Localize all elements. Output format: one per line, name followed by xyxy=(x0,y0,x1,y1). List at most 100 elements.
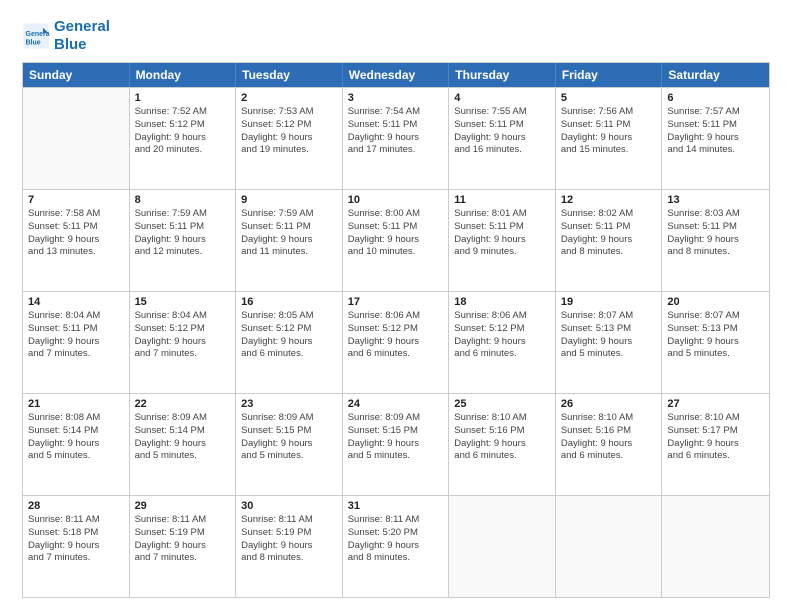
day-number: 23 xyxy=(241,398,337,410)
calendar-cell xyxy=(662,496,769,597)
day-info: Sunrise: 7:55 AM Sunset: 5:11 PM Dayligh… xyxy=(454,106,550,157)
calendar-cell xyxy=(449,496,556,597)
day-header-tuesday: Tuesday xyxy=(236,63,343,87)
calendar-cell: 14 Sunrise: 8:04 AM Sunset: 5:11 PM Dayli… xyxy=(23,292,130,393)
day-header-thursday: Thursday xyxy=(449,63,556,87)
day-number: 4 xyxy=(454,92,550,104)
svg-text:Blue: Blue xyxy=(26,39,41,46)
day-number: 28 xyxy=(28,500,124,512)
calendar-body: 1Sunrise: 7:52 AM Sunset: 5:12 PM Daylig… xyxy=(23,87,769,597)
day-header-friday: Friday xyxy=(556,63,663,87)
day-number: 9 xyxy=(241,194,337,206)
calendar-row-2: 7Sunrise: 7:58 AM Sunset: 5:11 PM Daylig… xyxy=(23,189,769,291)
day-number: 13 xyxy=(667,194,764,206)
day-number: 26 xyxy=(561,398,657,410)
day-info: Sunrise: 7:57 AM Sunset: 5:11 PM Dayligh… xyxy=(667,106,764,157)
day-info: Sunrise: 7:56 AM Sunset: 5:11 PM Dayligh… xyxy=(561,106,657,157)
day-header-wednesday: Wednesday xyxy=(343,63,450,87)
calendar-row-3: 14 Sunrise: 8:04 AM Sunset: 5:11 PM Dayli… xyxy=(23,291,769,393)
day-info: Sunrise: 8:11 AM Sunset: 5:19 PM Dayligh… xyxy=(135,514,231,565)
day-number: 10 xyxy=(348,194,444,206)
day-info: Sunrise: 7:58 AM Sunset: 5:11 PM Dayligh… xyxy=(28,208,124,259)
day-number: 27 xyxy=(667,398,764,410)
day-info: Sunrise: 8:11 AM Sunset: 5:19 PM Dayligh… xyxy=(241,514,337,565)
calendar-row-1: 1Sunrise: 7:52 AM Sunset: 5:12 PM Daylig… xyxy=(23,87,769,189)
day-number: 31 xyxy=(348,500,444,512)
header: General Blue General Blue xyxy=(22,18,770,54)
calendar-cell: 31 Sunrise: 8:11 AM Sunset: 5:20 PM Dayli… xyxy=(343,496,450,597)
calendar-cell: 20 Sunrise: 8:07 AM Sunset: 5:13 PM Dayli… xyxy=(662,292,769,393)
calendar-cell: 3Sunrise: 7:54 AM Sunset: 5:11 PM Daylig… xyxy=(343,88,450,189)
calendar-cell: 8 Sunrise: 7:59 AM Sunset: 5:11 PM Daylig… xyxy=(130,190,237,291)
day-number: 24 xyxy=(348,398,444,410)
day-info: Sunrise: 8:06 AM Sunset: 5:12 PM Dayligh… xyxy=(454,310,550,361)
day-info: Sunrise: 7:52 AM Sunset: 5:12 PM Dayligh… xyxy=(135,106,231,157)
calendar-cell: 16Sunrise: 8:05 AM Sunset: 5:12 PM Dayli… xyxy=(236,292,343,393)
calendar-cell: 12Sunrise: 8:02 AM Sunset: 5:11 PM Dayli… xyxy=(556,190,663,291)
calendar-cell: 21Sunrise: 8:08 AM Sunset: 5:14 PM Dayli… xyxy=(23,394,130,495)
day-info: Sunrise: 8:03 AM Sunset: 5:11 PM Dayligh… xyxy=(667,208,764,259)
calendar-cell: 6Sunrise: 7:57 AM Sunset: 5:11 PM Daylig… xyxy=(662,88,769,189)
calendar-cell: 29Sunrise: 8:11 AM Sunset: 5:19 PM Dayli… xyxy=(130,496,237,597)
calendar-cell: 19 Sunrise: 8:07 AM Sunset: 5:13 PM Dayli… xyxy=(556,292,663,393)
calendar-cell xyxy=(556,496,663,597)
day-number: 5 xyxy=(561,92,657,104)
calendar: SundayMondayTuesdayWednesdayThursdayFrid… xyxy=(22,62,770,598)
day-header-monday: Monday xyxy=(130,63,237,87)
day-info: Sunrise: 8:09 AM Sunset: 5:15 PM Dayligh… xyxy=(348,412,444,463)
calendar-header: SundayMondayTuesdayWednesdayThursdayFrid… xyxy=(23,63,769,87)
calendar-cell: 11 Sunrise: 8:01 AM Sunset: 5:11 PM Dayli… xyxy=(449,190,556,291)
calendar-cell: 1Sunrise: 7:52 AM Sunset: 5:12 PM Daylig… xyxy=(130,88,237,189)
day-info: Sunrise: 7:59 AM Sunset: 5:11 PM Dayligh… xyxy=(241,208,337,259)
logo-text: General Blue xyxy=(54,18,110,54)
day-header-sunday: Sunday xyxy=(23,63,130,87)
day-number: 14 xyxy=(28,296,124,308)
day-info: Sunrise: 8:10 AM Sunset: 5:16 PM Dayligh… xyxy=(561,412,657,463)
calendar-cell xyxy=(23,88,130,189)
day-number: 8 xyxy=(135,194,231,206)
day-info: Sunrise: 8:11 AM Sunset: 5:20 PM Dayligh… xyxy=(348,514,444,565)
calendar-cell: 7Sunrise: 7:58 AM Sunset: 5:11 PM Daylig… xyxy=(23,190,130,291)
day-info: Sunrise: 8:07 AM Sunset: 5:13 PM Dayligh… xyxy=(561,310,657,361)
calendar-cell: 27 Sunrise: 8:10 AM Sunset: 5:17 PM Dayli… xyxy=(662,394,769,495)
calendar-cell: 24 Sunrise: 8:09 AM Sunset: 5:15 PM Dayli… xyxy=(343,394,450,495)
calendar-row-5: 28 Sunrise: 8:11 AM Sunset: 5:18 PM Dayli… xyxy=(23,495,769,597)
day-number: 3 xyxy=(348,92,444,104)
day-info: Sunrise: 8:06 AM Sunset: 5:12 PM Dayligh… xyxy=(348,310,444,361)
day-number: 30 xyxy=(241,500,337,512)
calendar-cell: 4 Sunrise: 7:55 AM Sunset: 5:11 PM Daylig… xyxy=(449,88,556,189)
calendar-cell: 5 Sunrise: 7:56 AM Sunset: 5:11 PM Daylig… xyxy=(556,88,663,189)
calendar-cell: 28 Sunrise: 8:11 AM Sunset: 5:18 PM Dayli… xyxy=(23,496,130,597)
page: General Blue General Blue SundayMondayTu… xyxy=(0,0,792,612)
day-number: 25 xyxy=(454,398,550,410)
day-number: 20 xyxy=(667,296,764,308)
calendar-cell: 13 Sunrise: 8:03 AM Sunset: 5:11 PM Dayli… xyxy=(662,190,769,291)
day-number: 19 xyxy=(561,296,657,308)
day-info: Sunrise: 8:09 AM Sunset: 5:14 PM Dayligh… xyxy=(135,412,231,463)
day-info: Sunrise: 8:10 AM Sunset: 5:17 PM Dayligh… xyxy=(667,412,764,463)
calendar-cell: 10 Sunrise: 8:00 AM Sunset: 5:11 PM Dayli… xyxy=(343,190,450,291)
day-info: Sunrise: 8:02 AM Sunset: 5:11 PM Dayligh… xyxy=(561,208,657,259)
day-info: Sunrise: 8:04 AM Sunset: 5:12 PM Dayligh… xyxy=(135,310,231,361)
day-number: 15 xyxy=(135,296,231,308)
day-info: Sunrise: 8:07 AM Sunset: 5:13 PM Dayligh… xyxy=(667,310,764,361)
day-number: 16 xyxy=(241,296,337,308)
calendar-cell: 2 Sunrise: 7:53 AM Sunset: 5:12 PM Daylig… xyxy=(236,88,343,189)
calendar-cell: 15 Sunrise: 8:04 AM Sunset: 5:12 PM Dayli… xyxy=(130,292,237,393)
day-info: Sunrise: 8:11 AM Sunset: 5:18 PM Dayligh… xyxy=(28,514,124,565)
day-info: Sunrise: 7:59 AM Sunset: 5:11 PM Dayligh… xyxy=(135,208,231,259)
day-number: 2 xyxy=(241,92,337,104)
calendar-cell: 17Sunrise: 8:06 AM Sunset: 5:12 PM Dayli… xyxy=(343,292,450,393)
day-number: 11 xyxy=(454,194,550,206)
calendar-cell: 9 Sunrise: 7:59 AM Sunset: 5:11 PM Daylig… xyxy=(236,190,343,291)
calendar-cell: 26 Sunrise: 8:10 AM Sunset: 5:16 PM Dayli… xyxy=(556,394,663,495)
day-info: Sunrise: 7:53 AM Sunset: 5:12 PM Dayligh… xyxy=(241,106,337,157)
calendar-cell: 22Sunrise: 8:09 AM Sunset: 5:14 PM Dayli… xyxy=(130,394,237,495)
calendar-row-4: 21Sunrise: 8:08 AM Sunset: 5:14 PM Dayli… xyxy=(23,393,769,495)
day-number: 21 xyxy=(28,398,124,410)
day-info: Sunrise: 8:01 AM Sunset: 5:11 PM Dayligh… xyxy=(454,208,550,259)
calendar-cell: 25Sunrise: 8:10 AM Sunset: 5:16 PM Dayli… xyxy=(449,394,556,495)
day-info: Sunrise: 8:04 AM Sunset: 5:11 PM Dayligh… xyxy=(28,310,124,361)
day-header-saturday: Saturday xyxy=(662,63,769,87)
day-info: Sunrise: 8:00 AM Sunset: 5:11 PM Dayligh… xyxy=(348,208,444,259)
